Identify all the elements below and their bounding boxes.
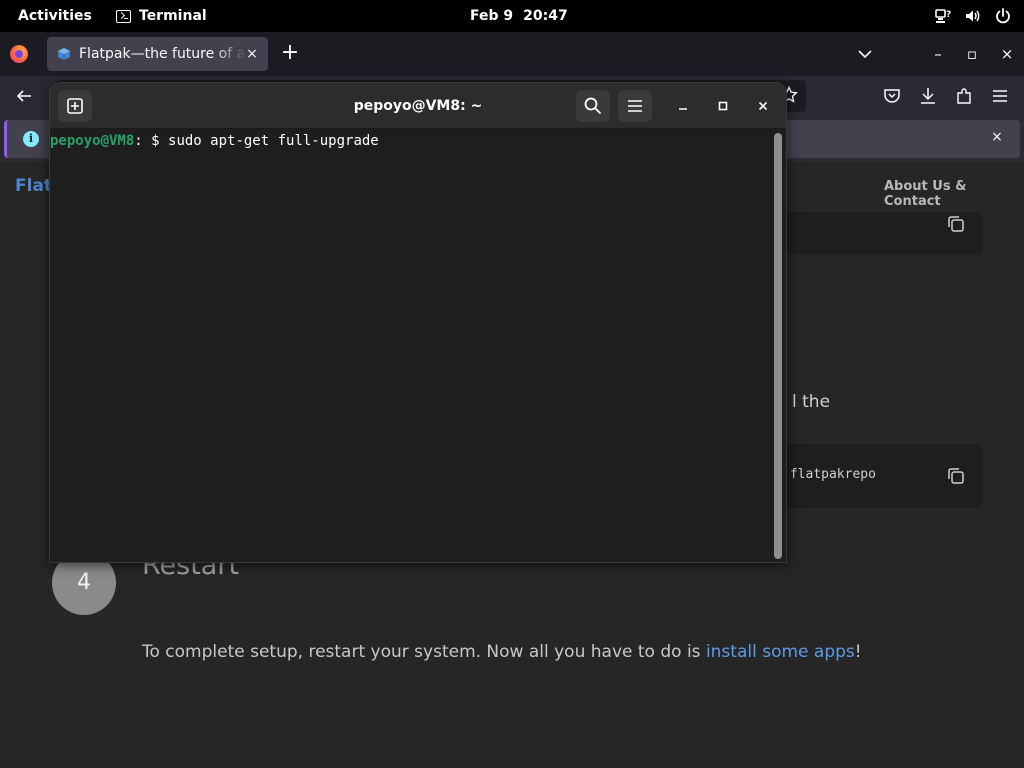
flatpak-favicon-icon xyxy=(58,48,70,60)
app-menu-label: Terminal xyxy=(139,8,207,24)
browser-tab-title: Flatpak—the future of application distri… xyxy=(79,46,247,62)
typed-command: sudo apt-get full-upgrade xyxy=(168,133,379,149)
install-apps-link[interactable]: install some apps xyxy=(706,642,855,662)
clock-button[interactable]: Feb 9 20:47 xyxy=(462,4,576,28)
chevron-down-icon[interactable] xyxy=(855,44,875,64)
minimize-button[interactable] xyxy=(671,94,695,118)
code-text: .flatpakrepo xyxy=(782,467,876,482)
step-3-text: l the xyxy=(792,392,831,412)
step-body: To complete setup, restart your system. … xyxy=(142,642,862,662)
hamburger-menu-icon[interactable] xyxy=(990,86,1010,106)
system-tray[interactable]: ? xyxy=(934,4,1012,28)
network-question-icon: ? xyxy=(935,9,951,23)
search-icon xyxy=(584,97,601,114)
browser-maximize-button[interactable]: ▫ xyxy=(960,42,984,66)
downloads-icon[interactable] xyxy=(918,86,938,106)
close-button[interactable] xyxy=(751,94,775,118)
new-tab-button[interactable]: + xyxy=(280,42,300,66)
svg-text:?: ? xyxy=(946,10,951,20)
terminal-header-bar[interactable]: pepoyo@VM8: ~ xyxy=(50,83,786,129)
browser-minimize-button[interactable]: – xyxy=(926,42,950,66)
terminal-app-icon xyxy=(116,9,131,23)
copy-icon[interactable] xyxy=(946,214,966,234)
prompt-user-host: pepoyo@VM8 xyxy=(50,133,135,149)
browser-tab[interactable]: Flatpak—the future of application distri… xyxy=(47,37,268,71)
maximize-button[interactable] xyxy=(711,94,735,118)
site-logo[interactable]: Flat xyxy=(15,176,52,196)
info-icon: i xyxy=(23,131,39,147)
new-tab-plus-icon xyxy=(67,98,83,114)
maximize-icon xyxy=(718,101,728,111)
clock-time: 20:47 xyxy=(523,8,568,24)
browser-close-button[interactable]: × xyxy=(995,42,1019,66)
terminal-window: pepoyo@VM8: ~ pepoyo@VM8: $ sudo apt-get… xyxy=(49,82,787,563)
new-tab-button[interactable] xyxy=(58,90,92,122)
search-button[interactable] xyxy=(576,90,610,122)
step-body-text: To complete setup, restart your system. … xyxy=(142,642,706,662)
terminal-command-line: pepoyo@VM8: $ sudo apt-get full-upgrade xyxy=(50,132,379,150)
nav-about-link[interactable]: About Us & Contact xyxy=(884,179,1024,209)
step-body-end: ! xyxy=(854,642,862,662)
extensions-icon[interactable] xyxy=(954,86,974,106)
pocket-icon[interactable] xyxy=(882,86,902,106)
minimize-icon xyxy=(679,108,687,110)
back-arrow-icon[interactable] xyxy=(14,86,34,106)
close-icon xyxy=(758,101,768,111)
main-menu-button[interactable] xyxy=(618,90,652,122)
notification-close-icon[interactable]: × xyxy=(988,128,1006,146)
gnome-top-bar: Activities Terminal Feb 9 20:47 ? xyxy=(0,0,1024,32)
terminal-output[interactable]: pepoyo@VM8: $ sudo apt-get full-upgrade xyxy=(50,129,786,562)
terminal-scrollbar[interactable] xyxy=(774,133,782,559)
copy-icon[interactable] xyxy=(946,466,966,486)
volume-icon xyxy=(966,10,980,22)
firefox-tab-bar: Flatpak—the future of application distri… xyxy=(0,32,1024,76)
tab-close-icon[interactable]: × xyxy=(244,46,260,62)
clock-date: Feb 9 xyxy=(470,8,514,24)
power-icon xyxy=(996,8,1010,24)
activities-button[interactable]: Activities xyxy=(8,4,102,28)
app-menu-button[interactable]: Terminal xyxy=(110,4,213,28)
firefox-logo-icon[interactable] xyxy=(10,45,28,63)
prompt-separator: : $ xyxy=(134,133,169,149)
hamburger-menu-icon xyxy=(628,100,642,112)
scrollbar-thumb[interactable] xyxy=(774,133,782,559)
